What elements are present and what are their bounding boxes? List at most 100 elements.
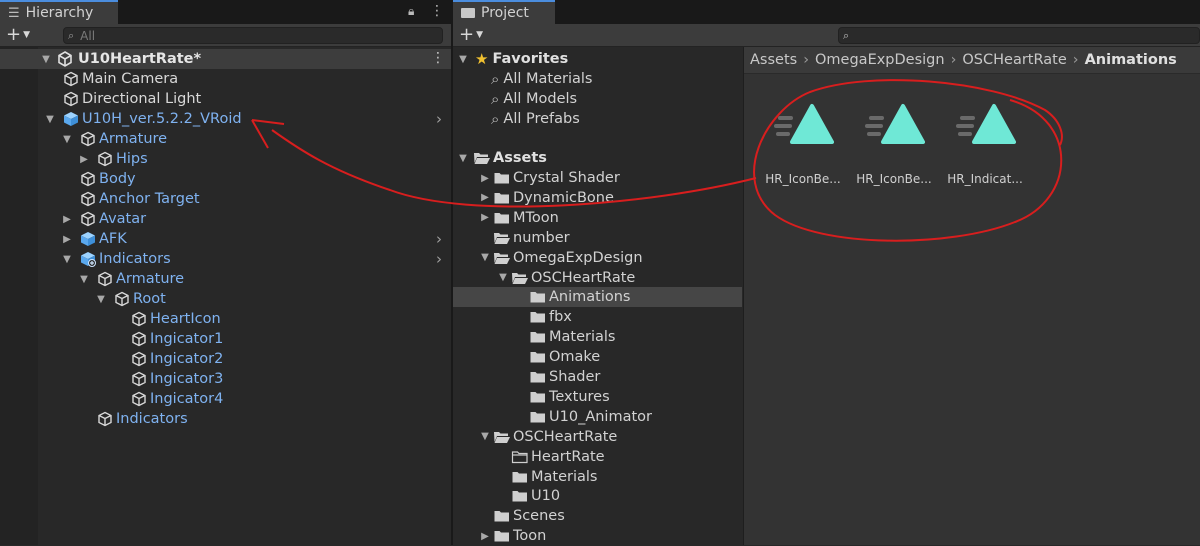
hierarchy-item[interactable]: Body	[61, 169, 136, 189]
asset-tree-item[interactable]: Scenes	[479, 506, 565, 526]
asset-tile[interactable]: HR_IconBe...	[849, 100, 939, 190]
asset-tree-item[interactable]: HeartRate	[497, 447, 605, 467]
asset-tree-item[interactable]: Materials	[515, 327, 615, 347]
fold-closed-icon[interactable]: ▶	[61, 234, 73, 245]
gameobject-icon	[79, 170, 97, 188]
favorite-item[interactable]: ⌕ All Materials	[491, 69, 592, 89]
asset-label: HR_IconBe...	[765, 172, 841, 186]
hierarchy-item[interactable]: ▼ U10H_ver.5.2.2_VRoid	[44, 109, 241, 129]
hierarchy-item[interactable]: ▶ AFK	[61, 229, 127, 249]
scene-name: U10HeartRate*	[78, 51, 202, 67]
fold-open-icon[interactable]: ▼	[479, 431, 491, 442]
fold-open-icon[interactable]: ▼	[61, 254, 73, 265]
hierarchy-item[interactable]: ▼ Armature	[78, 269, 184, 289]
breadcrumb-assets[interactable]: Assets	[750, 52, 797, 68]
assets-row[interactable]: ▼ Assets	[457, 148, 547, 168]
hierarchy-item-label: Root	[133, 291, 166, 307]
hierarchy-item[interactable]: ▼ Armature	[61, 129, 167, 149]
search-icon: ⌕	[843, 28, 850, 42]
asset-label: HR_Indicat...	[947, 172, 1023, 186]
hierarchy-item[interactable]: HeartIcon	[112, 309, 221, 329]
fold-open-icon: ▼	[459, 53, 467, 65]
fold-closed-icon[interactable]: ▶	[78, 154, 90, 165]
kebab-menu-icon[interactable]: ⋮	[430, 3, 444, 19]
chevron-right-icon[interactable]: ›	[436, 110, 442, 128]
chevron-right-icon[interactable]: ›	[436, 250, 442, 268]
star-icon: ★	[475, 50, 489, 68]
breadcrumb-animations[interactable]: Animations	[1085, 52, 1177, 68]
asset-tree-label: Crystal Shader	[513, 170, 620, 186]
tab-hierarchy[interactable]: ☰ Hierarchy	[0, 0, 118, 24]
asset-tree-item[interactable]: ▼ OSCHeartRate	[497, 268, 635, 288]
hierarchy-gutter	[0, 47, 38, 545]
search-icon: ⌕	[491, 110, 500, 128]
asset-tree-item[interactable]: ▼ OmegaExpDesign	[479, 248, 642, 268]
create-button[interactable]: + ▼	[459, 25, 483, 45]
asset-tree-label: HeartRate	[531, 448, 605, 465]
hierarchy-item[interactable]: ▼ Indicators	[61, 249, 171, 269]
tab-project[interactable]: Project	[453, 0, 555, 24]
fold-open-icon: ▼	[42, 53, 50, 65]
folder-icon	[493, 189, 511, 207]
scene-menu-icon[interactable]: ⋮	[431, 50, 445, 66]
fold-closed-icon[interactable]: ▶	[479, 173, 491, 184]
fold-open-icon[interactable]: ▼	[44, 114, 56, 125]
lock-icon[interactable]: 🔒︎	[408, 4, 414, 19]
hierarchy-search-input[interactable]: ⌕ All	[63, 27, 443, 44]
chevron-right-icon[interactable]: ›	[436, 230, 442, 248]
breadcrumb-omegaexpdesign[interactable]: OmegaExpDesign	[815, 52, 945, 68]
gameobject-icon	[130, 350, 148, 368]
gameobject-icon	[130, 370, 148, 388]
fold-closed-icon[interactable]: ▶	[61, 214, 73, 225]
scene-row[interactable]: ▼ U10HeartRate*	[40, 49, 201, 69]
gameobject-icon	[62, 70, 80, 88]
asset-tree-item[interactable]: Materials	[497, 467, 597, 487]
favorite-item[interactable]: ⌕ All Prefabs	[491, 109, 580, 129]
fold-closed-icon[interactable]: ▶	[479, 531, 491, 542]
asset-tree-item[interactable]: ▶ Crystal Shader	[479, 168, 620, 188]
fold-open-icon[interactable]: ▼	[78, 274, 90, 285]
asset-tree-item[interactable]: U10_Animator	[515, 407, 652, 427]
hierarchy-item[interactable]: Ingicator3	[112, 369, 223, 389]
asset-tile[interactable]: HR_Indicat...	[940, 100, 1030, 190]
hierarchy-item[interactable]: Indicators	[78, 409, 188, 429]
asset-tree-item[interactable]: Shader	[515, 367, 600, 387]
asset-tree-label: Animations	[549, 289, 631, 306]
asset-tree-item[interactable]: Animations	[515, 287, 630, 307]
hierarchy-item[interactable]: Ingicator1	[112, 329, 223, 349]
hierarchy-item[interactable]: Ingicator4	[112, 389, 223, 409]
asset-tree-item[interactable]: Textures	[515, 387, 610, 407]
folder-open-icon	[493, 229, 511, 247]
fold-closed-icon[interactable]: ▶	[479, 192, 491, 203]
folder-icon	[461, 8, 475, 18]
fold-closed-icon[interactable]: ▶	[479, 212, 491, 223]
project-search-input[interactable]: ⌕	[838, 27, 1200, 44]
gameobject-icon	[130, 390, 148, 408]
asset-tree-item[interactable]: number	[479, 228, 570, 248]
fold-open-icon[interactable]: ▼	[61, 134, 73, 145]
favorites-row[interactable]: ▼ ★ Favorites	[457, 49, 568, 69]
asset-tree-item[interactable]: ▼ OSCHeartRate	[479, 427, 617, 447]
hierarchy-item-label: Directional Light	[82, 91, 202, 107]
hierarchy-item[interactable]: ▼ Root	[95, 289, 166, 309]
favorite-item[interactable]: ⌕ All Models	[491, 89, 577, 109]
hierarchy-item[interactable]: Anchor Target	[61, 189, 200, 209]
asset-tree-item[interactable]: fbx	[515, 307, 572, 327]
hierarchy-item[interactable]: Main Camera	[44, 69, 178, 89]
asset-tree-item[interactable]: ▶ MToon	[479, 208, 559, 228]
hierarchy-item[interactable]: ▶ Avatar	[61, 209, 146, 229]
fold-open-icon[interactable]: ▼	[95, 294, 107, 305]
asset-tile[interactable]: HR_IconBe...	[758, 100, 848, 190]
asset-tree-item[interactable]: U10	[497, 486, 560, 506]
asset-tree-item[interactable]: ▶ Toon	[479, 526, 546, 546]
add-button[interactable]: + ▼	[6, 25, 30, 45]
hierarchy-item[interactable]: Directional Light	[44, 89, 201, 109]
asset-tree-item[interactable]: ▶ DynamicBone	[479, 188, 614, 208]
asset-tree-item[interactable]: Omake	[515, 347, 600, 367]
hierarchy-item[interactable]: Ingicator2	[112, 349, 223, 369]
hierarchy-item[interactable]: ▶ Hips	[78, 149, 148, 169]
fold-open-icon[interactable]: ▼	[479, 252, 491, 263]
fold-open-icon[interactable]: ▼	[497, 272, 509, 283]
search-icon: ⌕	[491, 70, 500, 88]
breadcrumb-oscheartrate[interactable]: OSCHeartRate	[962, 52, 1066, 68]
